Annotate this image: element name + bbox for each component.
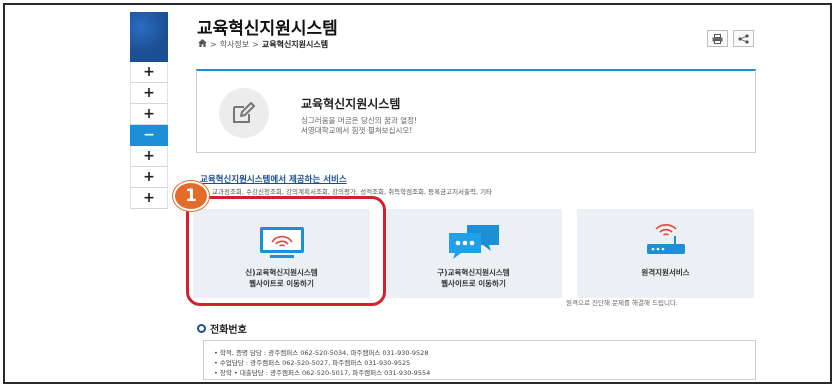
breadcrumb-parent[interactable]: 학사정보 bbox=[220, 39, 249, 50]
card-label-line2: 웹사이트로 이동하기 bbox=[441, 279, 506, 288]
phone-line: • 장학 • 대출담당 : 광주캠퍼스 062-520-5017, 파주캠퍼스 … bbox=[214, 369, 431, 377]
edit-icon bbox=[219, 88, 269, 138]
services-heading: 교육혁신지원시스템에서 제공하는 서비스 bbox=[200, 175, 347, 185]
breadcrumb-separator: > bbox=[210, 40, 217, 49]
breadcrumb-separator: > bbox=[252, 40, 259, 49]
phone-info-box: • 학적, 증명 담당 : 광주캠퍼스 062-520-5034, 파주캠퍼스 … bbox=[203, 340, 756, 380]
services-list: 교과정조회, 수강신청조회, 강의계획서조회, 강의평가, 성적조회, 취득학점… bbox=[212, 188, 493, 196]
phone-section-header: 전화번호 bbox=[197, 321, 247, 336]
sidebar-toggle-3[interactable]: + bbox=[130, 104, 168, 125]
intro-description-line2: 서영대학교에서 힘껏 펼쳐보십시오! bbox=[301, 126, 413, 135]
step-number-badge: 1 bbox=[173, 181, 209, 211]
breadcrumb: > 학사정보 > 교육혁신지원시스템 bbox=[198, 39, 328, 50]
left-sidebar: + + + − + + + bbox=[130, 12, 168, 209]
sidebar-toggle-6[interactable]: + bbox=[130, 167, 168, 188]
sidebar-toggle-2[interactable]: + bbox=[130, 83, 168, 104]
share-button[interactable] bbox=[733, 30, 754, 47]
intro-title: 교육혁신지원시스템 bbox=[301, 97, 401, 111]
sidebar-banner bbox=[130, 12, 168, 62]
breadcrumb-current: 교육혁신지원시스템 bbox=[261, 40, 329, 49]
remote-support-note: 원격으로 진단해 문제를 해결해 드립니다. bbox=[566, 299, 678, 307]
chat-bubbles-icon bbox=[445, 221, 503, 265]
print-button[interactable] bbox=[707, 30, 728, 47]
card-label-line1: 원격지원서비스 bbox=[641, 268, 690, 277]
service-card-remote-support[interactable]: 원격지원서비스 bbox=[577, 209, 754, 298]
intro-card: 교육혁신지원시스템 싱그러움을 머금은 당신의 꿈과 열정! 서영대학교에서 힘… bbox=[196, 69, 756, 153]
card-label-line1: 구)교육혁신지원시스템 bbox=[437, 268, 510, 277]
sidebar-toggle-4-active[interactable]: − bbox=[130, 125, 168, 146]
home-icon[interactable] bbox=[198, 39, 207, 50]
page-title: 교육혁신지원시스템 bbox=[197, 19, 338, 39]
print-icon bbox=[712, 29, 723, 48]
phone-line: • 학적, 증명 담당 : 광주캠퍼스 062-520-5034, 파주캠퍼스 … bbox=[214, 349, 429, 357]
highlight-box bbox=[186, 196, 386, 306]
router-icon bbox=[644, 219, 688, 263]
phone-section-title: 전화번호 bbox=[210, 325, 247, 336]
sidebar-toggle-5[interactable]: + bbox=[130, 146, 168, 167]
share-icon bbox=[738, 29, 749, 48]
phone-line: • 수업담당 : 광주캠퍼스 062-520-5027, 파주캠퍼스 031-9… bbox=[214, 359, 411, 367]
header-tools bbox=[707, 30, 754, 47]
sidebar-toggle-7[interactable]: + bbox=[130, 188, 168, 209]
service-card-old-system[interactable]: 구)교육혁신지원시스템 웹사이트로 이동하기 bbox=[385, 209, 562, 298]
sidebar-toggle-1[interactable]: + bbox=[130, 62, 168, 83]
circle-bullet-icon bbox=[197, 324, 206, 333]
